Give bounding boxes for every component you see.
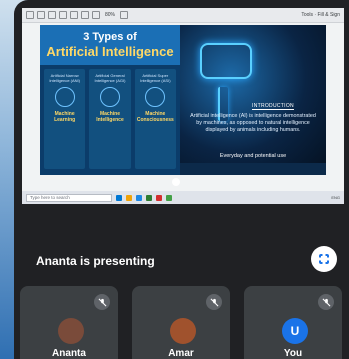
ai-type-card: Artificial Super Intelligence (ASI) Mach… — [134, 69, 176, 169]
print-icon[interactable] — [48, 11, 56, 19]
subheading-bar — [180, 163, 326, 175]
slide-left-panel: 3 Types of Artificial Intelligence Artif… — [40, 25, 180, 175]
page-down-icon[interactable] — [81, 11, 89, 19]
avatar — [58, 318, 84, 344]
app-icon[interactable] — [166, 194, 172, 201]
fullscreen-button[interactable] — [311, 246, 337, 272]
edge-icon[interactable] — [136, 194, 142, 201]
participant-name: You — [283, 348, 303, 359]
participant-tile[interactable]: U You — [244, 286, 342, 359]
store-icon[interactable] — [146, 194, 152, 201]
zoom-in-icon[interactable] — [120, 11, 129, 19]
ai-type-card: Artificial Narrow Intelligence (ANI) Mac… — [44, 69, 86, 169]
slide-title: 3 Types of Artificial Intelligence — [40, 25, 180, 65]
mic-off-icon — [318, 294, 334, 310]
subheading: Everyday and potential use — [219, 153, 287, 159]
screen-share: 80% Tools · Fill & Sign 3 Types of Artif… — [22, 8, 344, 204]
slide-title-line2: Artificial Intelligence — [46, 44, 174, 59]
file-explorer-icon[interactable] — [126, 194, 132, 201]
taskbar-search[interactable]: Type here to search — [26, 193, 112, 202]
system-tray[interactable]: ENG — [331, 195, 340, 200]
windows-taskbar: Type here to search ENG — [22, 191, 344, 204]
avatar-initial: U — [282, 318, 308, 344]
intro-label: INTRODUCTION — [252, 103, 294, 110]
slide-title-line1: 3 Types of — [83, 31, 137, 43]
ai-type-name: Machine Learning — [54, 111, 76, 123]
slide: 3 Types of Artificial Intelligence Artif… — [40, 25, 326, 175]
toolbar-tools[interactable]: Tools · Fill & Sign — [301, 12, 344, 18]
participant-name: Ananta — [52, 348, 86, 359]
zoom-out-icon[interactable] — [92, 11, 100, 19]
ai-type-label: Artificial Super Intelligence (ASI) — [140, 73, 171, 83]
save-icon[interactable] — [37, 11, 45, 19]
ai-type-card: Artificial General Intelligence (AGI) Ma… — [89, 69, 131, 169]
pdf-toolbar: 80% Tools · Fill & Sign — [22, 8, 344, 23]
participant-tile[interactable]: Amar — [132, 286, 230, 359]
slide-right-panel: INTRODUCTION Artificial intelligence (AI… — [180, 25, 326, 175]
zoom-level[interactable]: 80% — [105, 12, 115, 18]
participant-tile[interactable]: Ananta — [20, 286, 118, 359]
vr-headset-icon — [200, 43, 252, 79]
meet-window: 80% Tools · Fill & Sign 3 Types of Artif… — [14, 0, 349, 359]
search-icon[interactable] — [59, 11, 67, 19]
brain-icon — [54, 87, 75, 107]
ai-type-name: Machine Consciousness — [136, 111, 174, 123]
mic-off-icon — [94, 294, 110, 310]
ai-type-label: Artificial Narrow Intelligence (ANI) — [49, 73, 80, 83]
home-icon[interactable] — [26, 11, 34, 19]
cursor-icon — [172, 178, 180, 186]
task-view-icon[interactable] — [116, 194, 122, 201]
ai-types: Artificial Narrow Intelligence (ANI) Mac… — [44, 69, 176, 169]
ai-type-label: Artificial General Intelligence (AGI) — [94, 73, 126, 83]
page-up-icon[interactable] — [70, 11, 78, 19]
ai-type-name: Machine Intelligence — [96, 111, 124, 123]
chrome-icon[interactable] — [156, 194, 162, 201]
presenting-label: Ananta is presenting — [36, 254, 155, 268]
mic-off-icon — [206, 294, 222, 310]
circuit-icon — [99, 87, 120, 107]
avatar — [170, 318, 196, 344]
network-icon — [145, 87, 166, 107]
fullscreen-icon — [319, 254, 329, 264]
participant-name: Amar — [168, 348, 194, 359]
intro-text: Artificial intelligence (AI) is intellig… — [190, 113, 316, 133]
